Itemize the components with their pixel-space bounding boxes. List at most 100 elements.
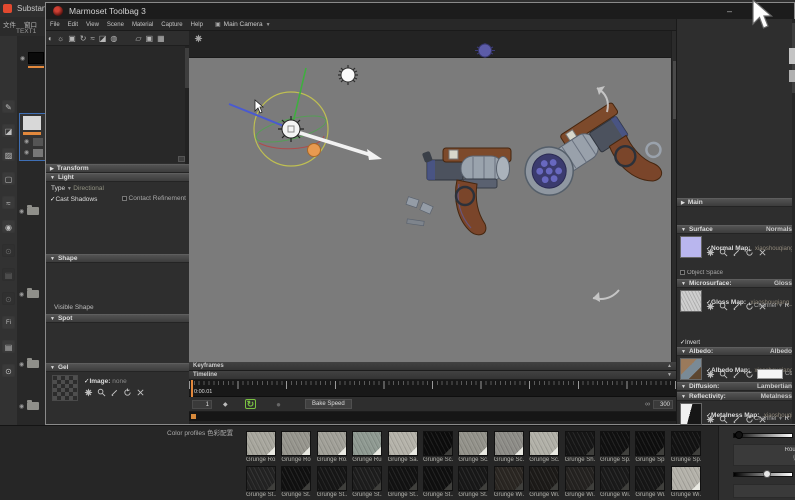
add-fog-icon[interactable]: ≈: [90, 34, 94, 43]
eye-icon[interactable]: ◉: [19, 403, 24, 410]
bake-speed-button[interactable]: Bake Speed: [305, 399, 352, 409]
timeline-scrollbar[interactable]: [189, 412, 676, 421]
shelf-item[interactable]: Grunge Ro...: [246, 431, 276, 463]
layer-folder-3[interactable]: ◉: [19, 358, 47, 370]
shelf-item[interactable]: Grunge Sc...: [423, 431, 453, 463]
minimize-button[interactable]: –: [727, 6, 732, 16]
gloss-channel-selector[interactable]: Channel ▼ R: [754, 303, 789, 309]
keyframe-icon[interactable]: ◆: [223, 401, 228, 408]
projection-tool-icon[interactable]: ▨: [2, 148, 15, 161]
clone-tool-icon[interactable]: ◉: [2, 220, 15, 233]
contact-refinement-checkbox[interactable]: Contact Refinement: [121, 195, 186, 203]
section-transform[interactable]: ▶ Transform: [46, 164, 189, 173]
layer-folder-1[interactable]: ◉: [19, 205, 47, 217]
layer-folder-2[interactable]: ◉: [19, 288, 47, 300]
new-folder-icon[interactable]: ▱: [135, 34, 141, 43]
add-omni-light-icon[interactable]: ☼: [57, 34, 64, 43]
metalness-map-thumbnail[interactable]: [680, 403, 702, 425]
shelf-item[interactable]: Grunge St...: [423, 466, 453, 498]
menu-scene[interactable]: Scene: [103, 22, 128, 28]
gel-image-thumbnail[interactable]: [52, 375, 78, 401]
eye-icon[interactable]: ◉: [19, 291, 24, 298]
record-icon[interactable]: ●: [276, 400, 281, 409]
timeline-bar[interactable]: Timeline ▼: [189, 371, 676, 380]
section-main[interactable]: ▶ Main: [677, 198, 795, 207]
add-turntable-icon[interactable]: ↻: [80, 34, 87, 43]
camera-selector[interactable]: ▣ Main Camera ▼: [215, 21, 271, 28]
color-swatch[interactable]: [28, 52, 44, 64]
shelf-item[interactable]: Grunge Wi...: [670, 466, 701, 498]
layer-folder-4[interactable]: ◉: [19, 400, 47, 412]
gear-icon[interactable]: [706, 370, 715, 379]
section-shape[interactable]: ▼ Shape: [46, 254, 189, 263]
shelf-item[interactable]: Grunge St...: [316, 466, 347, 498]
search-icon[interactable]: [719, 415, 728, 424]
search-icon[interactable]: [719, 302, 728, 311]
object-space-checkbox[interactable]: Object Space: [680, 270, 723, 276]
shelf-item[interactable]: Grunge Sc...: [458, 431, 489, 463]
shelf-item[interactable]: Grunge St...: [281, 466, 312, 498]
cast-shadows-checkbox[interactable]: ✓Cast Shadows: [50, 195, 97, 203]
shelf-item[interactable]: Grunge St...: [352, 466, 383, 498]
roughness-slider-knob[interactable]: [735, 431, 743, 439]
close-icon[interactable]: [136, 388, 145, 397]
effects-tool-icon[interactable]: ⊙: [2, 244, 15, 257]
shelf-item[interactable]: Grunge St...: [458, 466, 489, 498]
eraser-tool-icon[interactable]: ◪: [2, 124, 15, 137]
eye-icon[interactable]: ◉: [19, 208, 24, 215]
menu-view[interactable]: View: [82, 22, 103, 28]
refresh-icon[interactable]: [745, 415, 754, 424]
text-layer-tool-icon[interactable]: ▤: [2, 340, 15, 353]
gloss-map-thumbnail[interactable]: [680, 290, 702, 312]
shelf-item[interactable]: Grunge Wi...: [635, 466, 666, 498]
edit-icon[interactable]: [732, 370, 741, 379]
settings-tool-icon[interactable]: ⊙: [2, 364, 15, 377]
normal-box[interactable]: N: [733, 484, 795, 500]
section-reflectivity[interactable]: ▼ Reflectivity: Metalness: [677, 392, 795, 401]
shelf-item[interactable]: Grunge Wi...: [529, 466, 560, 498]
add-spot-light-icon[interactable]: ◐: [48, 34, 53, 43]
shelf-item[interactable]: Grunge Sp...: [670, 431, 701, 463]
gear-icon[interactable]: [706, 302, 715, 311]
normal-slider-knob[interactable]: [763, 470, 771, 478]
marmoset-titlebar[interactable]: Marmoset Toolbag 3 –: [46, 3, 794, 19]
light-type-row[interactable]: Type ▼ Directional: [51, 185, 104, 192]
filter-tool-icon[interactable]: ⊙: [2, 292, 15, 305]
gear-icon[interactable]: [706, 415, 715, 424]
delete-object-icon[interactable]: ▦: [157, 34, 165, 43]
shelf-item[interactable]: Grunge St...: [387, 466, 418, 498]
generator-tool-icon[interactable]: ▤: [2, 268, 15, 281]
menu-material[interactable]: Material: [128, 22, 157, 28]
expand-down-icon[interactable]: ▼: [667, 372, 672, 378]
shelf-item[interactable]: Grunge Sp...: [635, 431, 666, 463]
timeline-scroll-marker[interactable]: [191, 414, 196, 419]
selected-layer[interactable]: ◉ ◉: [19, 113, 46, 161]
edit-icon[interactable]: [732, 415, 741, 424]
viewport[interactable]: [189, 58, 676, 362]
section-albedo[interactable]: ▼ Albedo: Albedo: [677, 347, 795, 356]
gear-icon[interactable]: [706, 248, 715, 257]
menu-capture[interactable]: Capture: [157, 22, 186, 28]
search-icon[interactable]: [97, 388, 106, 397]
eye-icon[interactable]: ◉: [24, 149, 29, 156]
refresh-icon[interactable]: [745, 302, 754, 311]
timeline-ruler[interactable]: 0:00.01: [189, 380, 676, 397]
add-sky-icon[interactable]: ◍: [110, 34, 117, 43]
duplicate-object-icon[interactable]: ▣: [146, 34, 154, 43]
edit-icon[interactable]: [110, 388, 119, 397]
add-shadow-catcher-icon[interactable]: ◪: [99, 34, 107, 43]
roughness-box[interactable]: Roug 归: [733, 444, 795, 466]
search-icon[interactable]: [719, 370, 728, 379]
eye-icon[interactable]: ◉: [24, 138, 29, 145]
shelf-item[interactable]: Grunge Wi...: [600, 466, 630, 498]
keyframes-bar[interactable]: Keyframes ▲: [189, 362, 676, 371]
albedo-map-thumbnail[interactable]: [680, 358, 702, 380]
section-light[interactable]: ▼ Light: [46, 173, 189, 182]
shelf-item[interactable]: Grunge Ro...: [281, 431, 312, 463]
current-frame-input[interactable]: 1: [192, 399, 212, 409]
fill-layer-tool-icon[interactable]: Fi: [2, 316, 15, 329]
shelf-item[interactable]: Grunge Sc...: [493, 431, 524, 463]
section-microsurface[interactable]: ▼ Microsurface: Gloss: [677, 279, 795, 288]
shelf-item[interactable]: Grunge Ru...: [352, 431, 383, 463]
albedo-color-swatch[interactable]: [757, 369, 783, 379]
